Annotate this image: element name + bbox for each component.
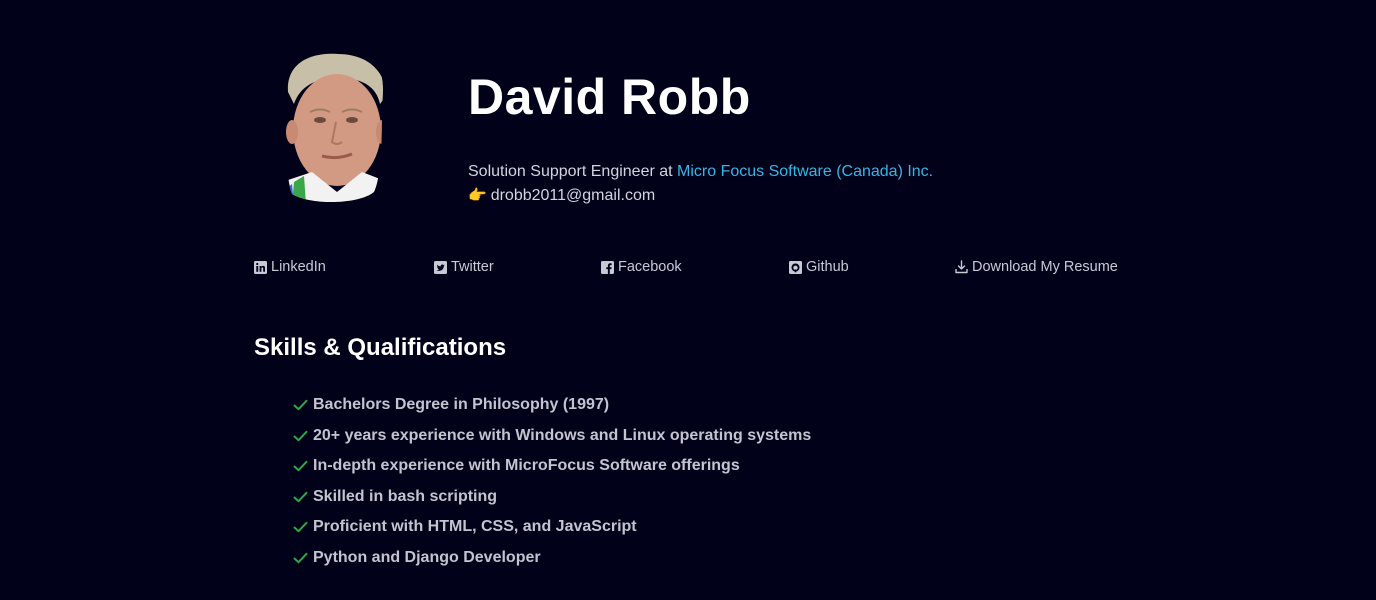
skill-text: Proficient with HTML, CSS, and JavaScrip… — [313, 518, 637, 536]
facebook-icon — [601, 260, 614, 274]
role-text: Solution Support Engineer at — [468, 163, 678, 180]
profile-photo — [285, 53, 384, 203]
facebook-label: Facebook — [618, 259, 682, 275]
profile-role: Solution Support Engineer at Micro Focus… — [468, 162, 933, 182]
checkmark-icon — [293, 552, 308, 563]
linkedin-label: LinkedIn — [271, 259, 326, 275]
checkmark-icon — [293, 522, 308, 533]
profile-email: 👉 drobb2011@gmail.com — [468, 186, 655, 206]
twitter-link[interactable]: Twitter — [434, 257, 494, 277]
skill-text: Skilled in bash scripting — [313, 487, 498, 505]
email-text[interactable]: drobb2011@gmail.com — [491, 187, 655, 204]
twitter-icon — [434, 260, 447, 274]
github-link[interactable]: Github — [789, 257, 849, 277]
company-link[interactable]: Micro Focus Software (Canada) Inc. — [677, 163, 933, 180]
skills-list: Bachelors Degree in Philosophy (1997) 20… — [293, 390, 811, 573]
github-label: Github — [806, 259, 849, 275]
skill-item: 20+ years experience with Windows and Li… — [293, 421, 811, 452]
checkmark-icon — [293, 430, 308, 441]
skill-text: In-depth experience with MicroFocus Soft… — [313, 457, 740, 475]
github-icon — [789, 260, 802, 274]
checkmark-icon — [293, 400, 308, 411]
skill-text: Bachelors Degree in Philosophy (1997) — [313, 396, 610, 414]
profile-name: David Robb — [468, 69, 751, 125]
download-resume-label: Download My Resume — [972, 259, 1118, 275]
linkedin-icon — [254, 260, 267, 274]
skill-item: Skilled in bash scripting — [293, 482, 811, 513]
checkmark-icon — [293, 491, 308, 502]
facebook-link[interactable]: Facebook — [601, 257, 682, 277]
checkmark-icon — [293, 461, 308, 472]
resume-page: David Robb Solution Support Engineer at … — [0, 0, 1376, 600]
skill-item: In-depth experience with MicroFocus Soft… — [293, 451, 811, 482]
skill-text: 20+ years experience with Windows and Li… — [313, 426, 812, 444]
download-resume-link[interactable]: Download My Resume — [955, 257, 1118, 277]
linkedin-link[interactable]: LinkedIn — [254, 257, 326, 277]
skills-heading: Skills & Qualifications — [254, 334, 507, 361]
skill-item: Python and Django Developer — [293, 543, 811, 574]
skill-item: Proficient with HTML, CSS, and JavaScrip… — [293, 512, 811, 543]
twitter-label: Twitter — [451, 259, 494, 275]
pointing-hand-icon: 👉 — [468, 187, 487, 204]
skill-item: Bachelors Degree in Philosophy (1997) — [293, 390, 811, 421]
skill-text: Python and Django Developer — [313, 548, 541, 566]
download-icon — [955, 260, 968, 274]
